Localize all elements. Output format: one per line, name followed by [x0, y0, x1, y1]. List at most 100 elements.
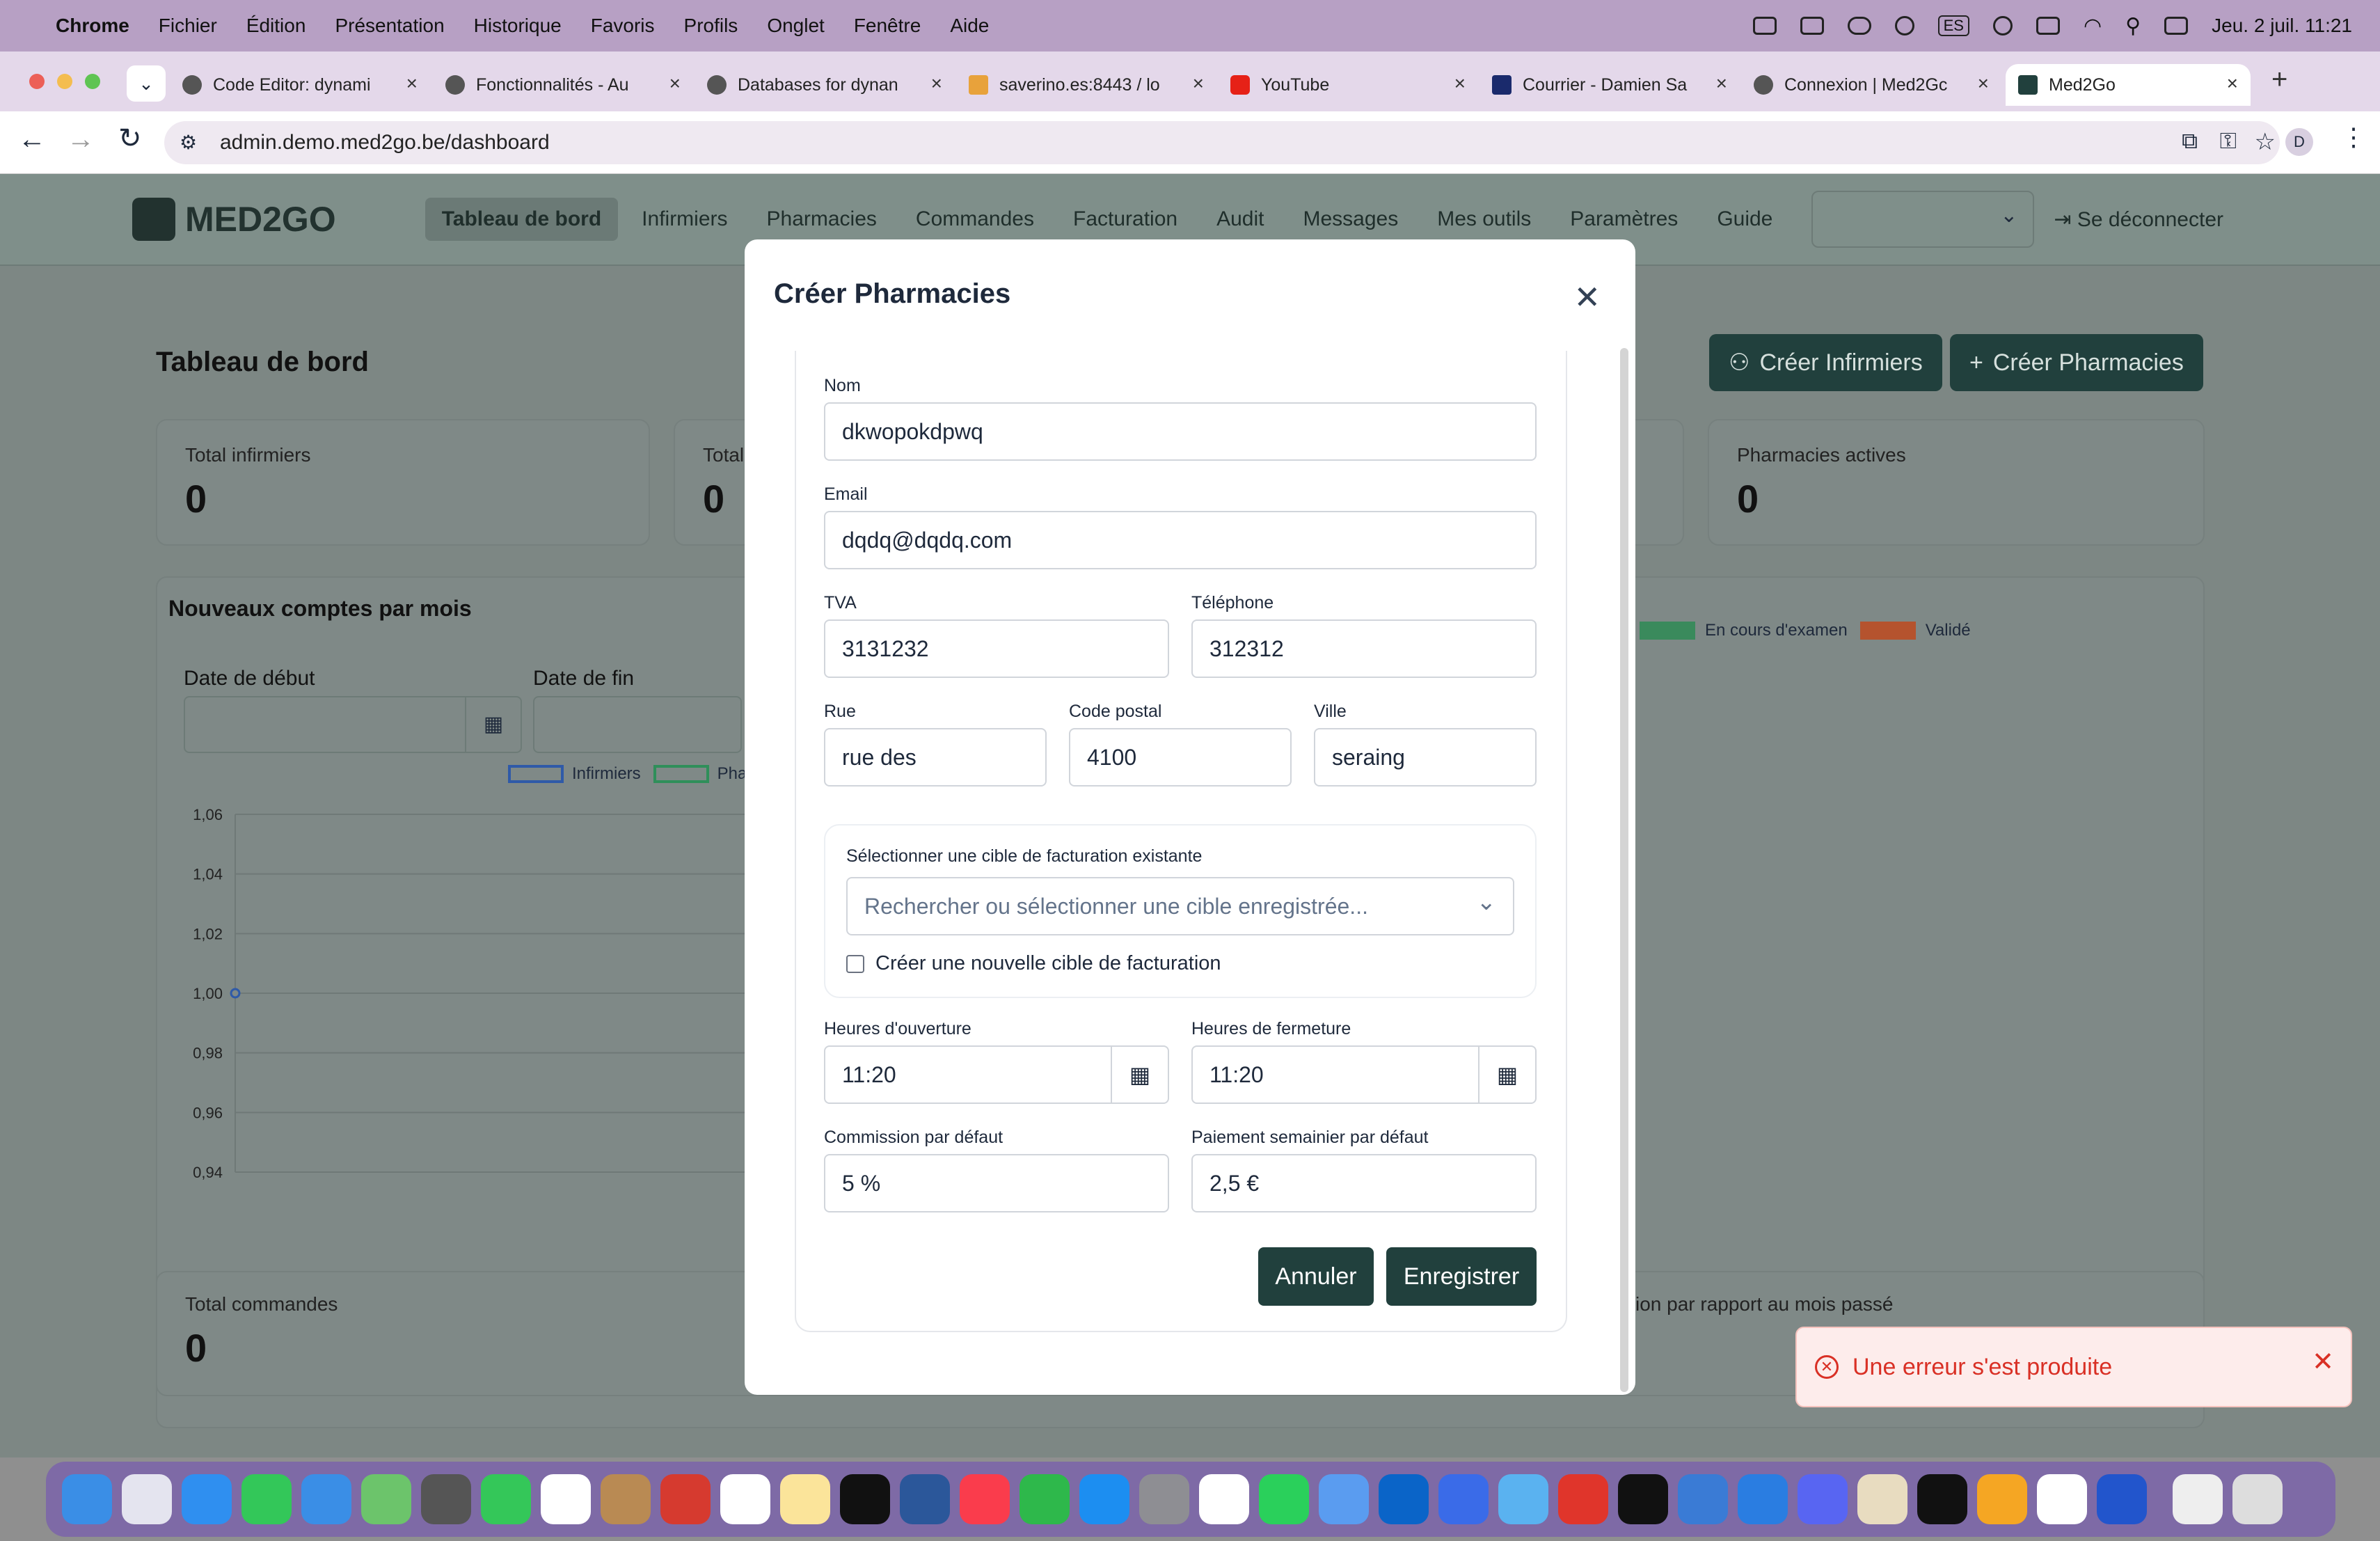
tab-close-icon[interactable]: ×	[1978, 72, 1989, 95]
tab-search-chevron-icon[interactable]: ⌄	[127, 65, 166, 102]
bookmark-star-icon[interactable]: ☆	[2255, 128, 2276, 156]
tab[interactable]: saverino.es:8443 / lo ×	[969, 64, 1216, 106]
nav-dashboard[interactable]: Tableau de bord	[425, 198, 619, 241]
reload-icon[interactable]: ↻	[118, 123, 142, 155]
tab-close-icon[interactable]: ×	[1193, 72, 1204, 95]
zoom-window-button[interactable]	[85, 74, 100, 89]
tab[interactable]: Connexion | Med2Gc ×	[1754, 64, 2001, 106]
calendar-icon[interactable]: ▦	[465, 697, 521, 752]
system-settings-icon[interactable]	[1139, 1474, 1189, 1524]
calendar-icon[interactable]: ▦	[1478, 1047, 1535, 1103]
input-source[interactable]: ES	[1937, 15, 1969, 36]
postal-code-input[interactable]: 4100	[1069, 728, 1292, 787]
menu-item[interactable]: Profils	[684, 15, 738, 37]
outlook-icon[interactable]	[1379, 1474, 1429, 1524]
facetime-icon[interactable]	[481, 1474, 531, 1524]
app-store-icon[interactable]	[1079, 1474, 1129, 1524]
launchpad-icon[interactable]	[122, 1474, 172, 1524]
app-icon[interactable]	[1438, 1474, 1489, 1524]
forward-icon[interactable]: →	[67, 124, 95, 155]
opening-time-input[interactable]: 11:20 ▦	[824, 1045, 1169, 1104]
date-start-input[interactable]: ▦	[184, 696, 522, 753]
word-icon[interactable]	[900, 1474, 950, 1524]
battery-icon[interactable]	[2036, 17, 2060, 35]
menu-item[interactable]: Édition	[246, 15, 306, 37]
chrome-icon[interactable]	[2037, 1474, 2087, 1524]
minimize-window-button[interactable]	[57, 74, 72, 89]
date-end-input[interactable]	[533, 696, 742, 753]
nav-audit[interactable]: Audit	[1216, 207, 1264, 231]
contacts-icon[interactable]	[601, 1474, 651, 1524]
tab[interactable]: Courrier - Damien Sa ×	[1492, 64, 1740, 106]
activity-monitor-icon[interactable]	[1917, 1474, 1967, 1524]
close-icon[interactable]: ✕	[2312, 1346, 2334, 1377]
menu-item[interactable]: Historique	[474, 15, 562, 37]
create-nurses-button[interactable]: ⚇ Créer Infirmiers	[1709, 334, 1942, 391]
tab-close-icon[interactable]: ×	[1454, 72, 1466, 95]
tab-close-icon[interactable]: ×	[669, 72, 681, 95]
close-window-button[interactable]	[29, 74, 45, 89]
tab[interactable]: Fonctionnalités - Au ×	[445, 64, 693, 106]
dialog-scrollbar[interactable]	[1620, 348, 1628, 1392]
control-center-icon[interactable]	[2164, 17, 2189, 35]
nav-messages[interactable]: Messages	[1303, 207, 1398, 231]
app-icon[interactable]	[2097, 1474, 2147, 1524]
tab[interactable]: Databases for dynan ×	[707, 64, 955, 106]
create-pharmacies-button[interactable]: + Créer Pharmacies	[1950, 334, 2203, 391]
nav-pharmacies[interactable]: Pharmacies	[767, 207, 877, 231]
messages-icon[interactable]	[241, 1474, 292, 1524]
clock[interactable]: Jeu. 2 juil. 11:21	[2212, 15, 2352, 37]
notes-icon[interactable]	[780, 1474, 830, 1524]
play-icon[interactable]	[1894, 16, 1914, 35]
closing-time-input[interactable]: 11:20 ▦	[1191, 1045, 1537, 1104]
menu-item[interactable]: Présentation	[335, 15, 444, 37]
omnibox[interactable]: ⚙ admin.demo.med2go.be/dashboard ⧉ ⚿ ☆	[164, 121, 2280, 164]
logout-link[interactable]: ⇥ Se déconnecter	[2054, 207, 2223, 232]
finder-icon[interactable]	[62, 1474, 112, 1524]
calendar-icon[interactable]: ▦	[1111, 1047, 1168, 1103]
music-icon[interactable]	[960, 1474, 1010, 1524]
nav-guide[interactable]: Guide	[1717, 207, 1772, 231]
new-billing-target-checkbox[interactable]: Créer une nouvelle cible de facturation	[846, 952, 1221, 975]
tab-active[interactable]: Med2Go ×	[2006, 64, 2251, 106]
menu-item[interactable]: Fenêtre	[854, 15, 921, 37]
apple-tv-icon[interactable]	[840, 1474, 890, 1524]
app-icon[interactable]	[1558, 1474, 1608, 1524]
phone-input[interactable]: 312312	[1191, 619, 1537, 678]
checkbox[interactable]	[846, 954, 864, 973]
numbers-icon[interactable]	[1020, 1474, 1070, 1524]
calculator-icon[interactable]	[421, 1474, 471, 1524]
messenger-icon[interactable]	[1199, 1474, 1249, 1524]
billing-target-select[interactable]: Rechercher ou sélectionner une cible enr…	[846, 877, 1514, 935]
new-tab-icon[interactable]: +	[2271, 64, 2287, 95]
document-icon[interactable]	[2173, 1474, 2223, 1524]
app-icon[interactable]	[1738, 1474, 1788, 1524]
menu-item[interactable]: Favoris	[591, 15, 655, 37]
wifi-icon[interactable]: ◠	[2084, 14, 2102, 38]
status-icon[interactable]	[1752, 17, 1777, 35]
menu-item[interactable]: Fichier	[159, 15, 217, 37]
reminders-icon[interactable]	[720, 1474, 770, 1524]
save-button[interactable]: Enregistrer	[1386, 1247, 1537, 1306]
translate-icon[interactable]: ⧉	[2182, 128, 2198, 155]
tab-close-icon[interactable]: ×	[2227, 72, 2238, 95]
tab-close-icon[interactable]: ×	[1716, 72, 1727, 95]
app-icon[interactable]	[1498, 1474, 1548, 1524]
chrome-menu-icon[interactable]: ⋮	[2341, 123, 2366, 152]
maps-icon[interactable]	[361, 1474, 411, 1524]
terminal-icon[interactable]	[1618, 1474, 1668, 1524]
mail-icon[interactable]	[301, 1474, 351, 1524]
user-icon[interactable]	[1992, 16, 2013, 35]
safari-icon[interactable]	[182, 1474, 232, 1524]
cancel-button[interactable]: Annuler	[1258, 1247, 1374, 1306]
back-icon[interactable]: ←	[18, 124, 46, 155]
site-info-icon[interactable]: ⚙	[180, 131, 197, 154]
email-input[interactable]: dqdq@dqdq.com	[824, 511, 1537, 569]
cloud-icon[interactable]	[1847, 17, 1871, 35]
vat-input[interactable]: 3131232	[824, 619, 1169, 678]
language-select[interactable]: ⌄	[1811, 191, 2035, 248]
name-input[interactable]: dkwopokdpwq	[824, 402, 1537, 461]
nav-tools[interactable]: Mes outils	[1437, 207, 1531, 231]
app-icon[interactable]	[660, 1474, 711, 1524]
app-logo[interactable]: MED2GO	[132, 198, 336, 241]
